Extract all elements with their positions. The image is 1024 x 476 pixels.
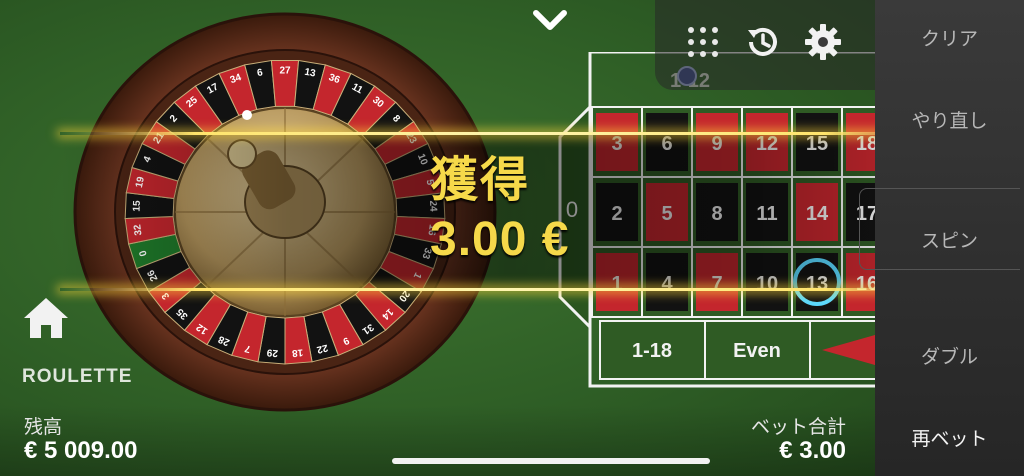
- home-indicator[interactable]: [392, 458, 710, 464]
- top-toolbar: [655, 0, 875, 90]
- racetrack-grid-icon[interactable]: [683, 22, 723, 62]
- wheel-number: 18: [291, 346, 303, 358]
- win-amount: 3.00 €: [430, 213, 570, 266]
- gear-icon[interactable]: [803, 22, 843, 62]
- undo-button[interactable]: やり直し: [875, 106, 1024, 133]
- wheel-number: 27: [279, 66, 291, 77]
- roulette-ball: [242, 110, 252, 120]
- win-banner-bottom-line: [60, 288, 960, 291]
- history-icon[interactable]: [743, 22, 783, 62]
- win-banner-top-line: [60, 132, 960, 135]
- bet-1-18-label: 1-18: [632, 340, 672, 362]
- wheel-number: 29: [266, 346, 278, 358]
- spin-button[interactable]: スピン: [875, 226, 1024, 253]
- clear-button[interactable]: クリア: [875, 24, 1024, 51]
- wheel-number: 13: [304, 67, 317, 80]
- balance-value: € 5 009.00: [24, 437, 138, 464]
- chevron-down-icon[interactable]: [530, 4, 570, 36]
- total-bet-value: € 3.00: [779, 437, 846, 464]
- rebet-button[interactable]: 再ベット: [875, 424, 1024, 451]
- game-title: ROULETTE: [22, 366, 133, 387]
- balance-label: 残高: [24, 417, 63, 438]
- win-label: 獲得: [430, 154, 531, 207]
- home-icon[interactable]: [22, 296, 70, 340]
- bet-even-label: Even: [733, 340, 781, 362]
- double-button[interactable]: ダブル: [875, 342, 1024, 369]
- action-sidebar: クリア やり直し スピン ダブル 再ベット: [859, 0, 1024, 476]
- total-bet-label: ベット合計: [750, 417, 846, 438]
